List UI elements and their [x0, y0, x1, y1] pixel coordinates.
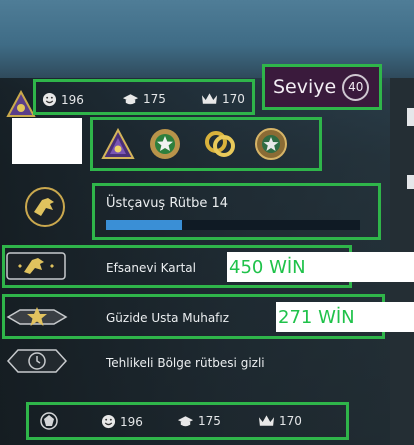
graduation-cap-icon	[122, 93, 139, 104]
rank-progress-track	[106, 220, 360, 230]
teacher-count: 175	[143, 92, 166, 106]
bottom-leader-count: 170	[279, 414, 302, 428]
crown-icon	[258, 415, 275, 426]
eagle-rank-icon	[24, 186, 66, 232]
rank-name: Üstçavuş Rütbe 14	[106, 196, 229, 211]
smile-stat: 196	[42, 92, 84, 107]
level-number: 40	[342, 73, 370, 101]
level-label: Seviye	[273, 76, 337, 98]
danger-zone-rank-icon	[6, 347, 68, 379]
rank-dangerzone-label: Tehlikeli Bölge rütbesi gizli	[106, 356, 265, 370]
triangle-medal-icon[interactable]	[101, 127, 135, 166]
rank-progress-fill	[106, 220, 183, 230]
rank-guardian-label: Güzide Usta Muhafız	[106, 311, 230, 325]
rank-guardian-wins: 271 WİN	[276, 302, 414, 332]
smile-icon	[101, 414, 116, 429]
shield-badge-icon	[39, 411, 59, 435]
smile-count: 196	[61, 92, 84, 107]
rank-eagle-wins: 450 WİN	[227, 252, 414, 282]
rank-box	[92, 183, 381, 240]
level-badge[interactable]: Seviye 40	[262, 64, 382, 110]
rank-eagle-label: Efsanevi Kartal	[106, 261, 196, 275]
teacher-stat: 175	[122, 92, 166, 106]
rings-coin-icon[interactable]	[202, 126, 238, 166]
leader-count: 170	[222, 92, 245, 106]
bottom-teacher-count: 175	[198, 414, 221, 428]
crown-icon	[201, 93, 218, 104]
side-marker	[407, 108, 414, 126]
avatar[interactable]	[12, 118, 82, 164]
star-rosette-medal-icon[interactable]	[253, 126, 289, 166]
smile-icon	[42, 92, 57, 107]
bottom-smile-stat: 196	[101, 414, 143, 429]
star-green-medal-icon[interactable]	[147, 126, 183, 166]
graduation-cap-icon	[177, 415, 194, 426]
bottom-teacher-stat: 175	[177, 414, 221, 428]
leader-stat: 170	[201, 92, 245, 106]
side-marker	[407, 175, 414, 189]
bottom-smile-count: 196	[120, 414, 143, 429]
bottom-leader-stat: 170	[258, 414, 302, 428]
